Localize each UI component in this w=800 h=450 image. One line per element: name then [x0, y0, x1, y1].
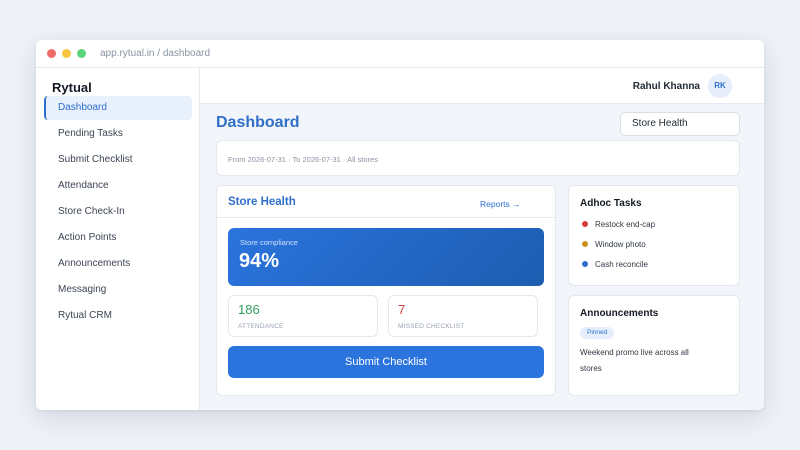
store-health-header: Store Health Reports → — [217, 186, 555, 218]
task-label: Cash reconcile — [595, 260, 648, 269]
page-title: Dashboard — [216, 114, 300, 131]
blue-dot-icon — [582, 261, 588, 267]
store-health-card: Store Health Reports → Store compliance … — [216, 185, 556, 396]
task-item[interactable]: Window photo — [582, 240, 646, 249]
attendance-stat[interactable]: 186 ATTENDANCE — [228, 295, 378, 337]
sidebar-item-submit-checklist[interactable]: Submit Checklist — [44, 148, 192, 172]
close-window-icon[interactable] — [47, 49, 56, 58]
sidebar-item-store-check-in[interactable]: Store Check-In — [44, 200, 192, 224]
store-compliance-label: Store compliance — [240, 238, 298, 247]
store-compliance-banner: Store compliance 94% — [228, 228, 544, 286]
minimize-window-icon[interactable] — [62, 49, 71, 58]
store-compliance-value: 94% — [239, 250, 280, 272]
brand-logo: Rytual — [52, 80, 92, 95]
task-item[interactable]: Cash reconcile — [582, 260, 648, 269]
adhoc-tasks-card: Adhoc Tasks Restock end-cap Window photo… — [568, 185, 740, 286]
avatar[interactable]: RK — [708, 74, 732, 98]
announcement-text[interactable]: Weekend promo live across all stores — [580, 345, 700, 377]
pinned-badge: Pinned — [580, 327, 615, 339]
address-bar[interactable]: app.rytual.in / dashboard — [100, 48, 210, 59]
store-health-title: Store Health — [228, 196, 296, 208]
task-label: Window photo — [595, 240, 646, 249]
task-item[interactable]: Restock end-cap — [582, 220, 655, 229]
view-select[interactable]: Store Health — [620, 112, 740, 136]
announcements-title: Announcements — [580, 308, 659, 319]
user-name[interactable]: Rahul Khanna — [633, 81, 700, 92]
sidebar-item-attendance[interactable]: Attendance — [44, 174, 192, 198]
attendance-label: ATTENDANCE — [238, 323, 284, 330]
amber-dot-icon — [582, 241, 588, 247]
sidebar-item-action-points[interactable]: Action Points — [44, 226, 192, 250]
attendance-value: 186 — [238, 302, 260, 317]
sidebar-item-announcements[interactable]: Announcements — [44, 252, 192, 276]
missed-checklist-value: 7 — [398, 302, 406, 317]
sidebar: Rytual Dashboard Pending Tasks Submit Ch… — [36, 68, 200, 410]
submit-checklist-button[interactable]: Submit Checklist — [228, 346, 544, 378]
title-bar: app.rytual.in / dashboard — [36, 40, 764, 68]
top-bar: Rahul Khanna RK — [200, 68, 764, 104]
reports-link[interactable]: Reports → — [480, 199, 521, 209]
date-filter-bar[interactable]: From 2026-07-31 · To 2026-07-31 · All st… — [216, 140, 740, 176]
browser-window: app.rytual.in / dashboard Rytual Dashboa… — [36, 40, 764, 410]
task-label: Restock end-cap — [595, 220, 656, 229]
missed-checklist-label: MISSED CHECKLIST — [398, 323, 465, 330]
missed-checklist-stat[interactable]: 7 MISSED CHECKLIST — [388, 295, 538, 337]
maximize-window-icon[interactable] — [77, 49, 86, 58]
sidebar-item-dashboard[interactable]: Dashboard — [44, 96, 192, 120]
sidebar-item-messaging[interactable]: Messaging — [44, 278, 192, 302]
adhoc-tasks-title: Adhoc Tasks — [580, 198, 642, 209]
date-filter-text: From 2026-07-31 · To 2026-07-31 · All st… — [228, 155, 378, 164]
sidebar-item-rytual-crm[interactable]: Rytual CRM — [44, 304, 192, 328]
red-dot-icon — [582, 221, 588, 227]
sidebar-item-pending-tasks[interactable]: Pending Tasks — [44, 122, 192, 146]
announcements-card: Announcements Pinned Weekend promo live … — [568, 295, 740, 396]
